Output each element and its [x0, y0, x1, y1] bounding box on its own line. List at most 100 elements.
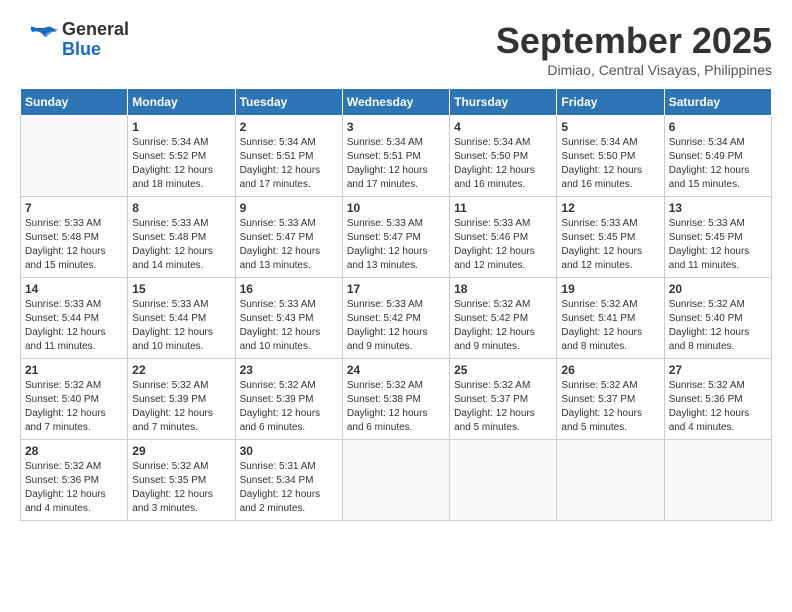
- cell-info: Sunrise: 5:33 AMSunset: 5:48 PMDaylight:…: [25, 217, 123, 273]
- month-title: September 2025: [496, 20, 772, 62]
- calendar-cell: 29 Sunrise: 5:32 AMSunset: 5:35 PMDayligh…: [128, 440, 235, 521]
- day-number: 3: [347, 120, 445, 134]
- calendar-cell: 2 Sunrise: 5:34 AMSunset: 5:51 PMDaylight…: [235, 116, 342, 197]
- cell-info: Sunrise: 5:32 AMSunset: 5:36 PMDaylight:…: [669, 379, 767, 435]
- day-number: 18: [454, 282, 552, 296]
- day-number: 5: [561, 120, 659, 134]
- cell-info: Sunrise: 5:33 AMSunset: 5:45 PMDaylight:…: [669, 217, 767, 273]
- calendar-cell: 20Sunrise: 5:32 AMSunset: 5:40 PMDayligh…: [664, 278, 771, 359]
- calendar-cell: 16 Sunrise: 5:33 AMSunset: 5:43 PMDayligh…: [235, 278, 342, 359]
- calendar-cell: 27 Sunrise: 5:32 AMSunset: 5:36 PMDayligh…: [664, 359, 771, 440]
- calendar-cell: 15Sunrise: 5:33 AMSunset: 5:44 PMDayligh…: [128, 278, 235, 359]
- calendar-cell: 22 Sunrise: 5:32 AMSunset: 5:39 PMDayligh…: [128, 359, 235, 440]
- calendar-header-row: SundayMondayTuesdayWednesdayThursdayFrid…: [21, 89, 772, 116]
- logo: General Blue: [20, 20, 129, 60]
- day-number: 20: [669, 282, 767, 296]
- day-number: 4: [454, 120, 552, 134]
- day-number: 17: [347, 282, 445, 296]
- calendar-cell: 4 Sunrise: 5:34 AMSunset: 5:50 PMDaylight…: [450, 116, 557, 197]
- calendar-cell: 10 Sunrise: 5:33 AMSunset: 5:47 PMDayligh…: [342, 197, 449, 278]
- calendar-cell: [557, 440, 664, 521]
- calendar-cell: 23 Sunrise: 5:32 AMSunset: 5:39 PMDayligh…: [235, 359, 342, 440]
- calendar-cell: 9 Sunrise: 5:33 AMSunset: 5:47 PMDaylight…: [235, 197, 342, 278]
- cell-info: Sunrise: 5:32 AMSunset: 5:38 PMDaylight:…: [347, 379, 445, 435]
- cell-info: Sunrise: 5:32 AMSunset: 5:37 PMDaylight:…: [561, 379, 659, 435]
- calendar-cell: [450, 440, 557, 521]
- day-number: 23: [240, 363, 338, 377]
- cell-info: Sunrise: 5:34 AMSunset: 5:50 PMDaylight:…: [454, 136, 552, 192]
- calendar-week-row: 28 Sunrise: 5:32 AMSunset: 5:36 PMDayligh…: [21, 440, 772, 521]
- calendar-cell: 5 Sunrise: 5:34 AMSunset: 5:50 PMDaylight…: [557, 116, 664, 197]
- cell-info: Sunrise: 5:32 AMSunset: 5:35 PMDaylight:…: [132, 460, 230, 516]
- day-number: 11: [454, 201, 552, 215]
- cell-info: Sunrise: 5:34 AMSunset: 5:51 PMDaylight:…: [347, 136, 445, 192]
- calendar-cell: 6Sunrise: 5:34 AMSunset: 5:49 PMDaylight…: [664, 116, 771, 197]
- day-number: 15: [132, 282, 230, 296]
- calendar-cell: 1 Sunrise: 5:34 AMSunset: 5:52 PMDaylight…: [128, 116, 235, 197]
- cell-info: Sunrise: 5:32 AMSunset: 5:40 PMDaylight:…: [25, 379, 123, 435]
- day-header-sunday: Sunday: [21, 89, 128, 116]
- cell-info: Sunrise: 5:34 AMSunset: 5:52 PMDaylight:…: [132, 136, 230, 192]
- day-number: 27: [669, 363, 767, 377]
- calendar-week-row: 7 Sunrise: 5:33 AMSunset: 5:48 PMDaylight…: [21, 197, 772, 278]
- day-number: 8: [132, 201, 230, 215]
- day-header-thursday: Thursday: [450, 89, 557, 116]
- page-header: General Blue September 2025 Dimiao, Cent…: [20, 20, 772, 78]
- calendar-cell: 12Sunrise: 5:33 AMSunset: 5:45 PMDayligh…: [557, 197, 664, 278]
- calendar-cell: 3 Sunrise: 5:34 AMSunset: 5:51 PMDaylight…: [342, 116, 449, 197]
- calendar-cell: 19Sunrise: 5:32 AMSunset: 5:41 PMDayligh…: [557, 278, 664, 359]
- day-number: 1: [132, 120, 230, 134]
- day-number: 14: [25, 282, 123, 296]
- calendar-cell: 25 Sunrise: 5:32 AMSunset: 5:37 PMDayligh…: [450, 359, 557, 440]
- cell-info: Sunrise: 5:34 AMSunset: 5:50 PMDaylight:…: [561, 136, 659, 192]
- cell-info: Sunrise: 5:32 AMSunset: 5:36 PMDaylight:…: [25, 460, 123, 516]
- day-number: 25: [454, 363, 552, 377]
- day-number: 13: [669, 201, 767, 215]
- day-number: 7: [25, 201, 123, 215]
- calendar-cell: 17 Sunrise: 5:33 AMSunset: 5:42 PMDayligh…: [342, 278, 449, 359]
- cell-info: Sunrise: 5:33 AMSunset: 5:47 PMDaylight:…: [347, 217, 445, 273]
- cell-info: Sunrise: 5:33 AMSunset: 5:43 PMDaylight:…: [240, 298, 338, 354]
- cell-info: Sunrise: 5:34 AMSunset: 5:51 PMDaylight:…: [240, 136, 338, 192]
- logo-general: General: [62, 20, 129, 40]
- calendar-week-row: 1 Sunrise: 5:34 AMSunset: 5:52 PMDaylight…: [21, 116, 772, 197]
- location: Dimiao, Central Visayas, Philippines: [496, 62, 772, 78]
- calendar-cell: 21 Sunrise: 5:32 AMSunset: 5:40 PMDayligh…: [21, 359, 128, 440]
- cell-info: Sunrise: 5:32 AMSunset: 5:37 PMDaylight:…: [454, 379, 552, 435]
- logo-blue: Blue: [62, 40, 129, 60]
- cell-info: Sunrise: 5:33 AMSunset: 5:42 PMDaylight:…: [347, 298, 445, 354]
- calendar-cell: 14Sunrise: 5:33 AMSunset: 5:44 PMDayligh…: [21, 278, 128, 359]
- calendar-week-row: 14Sunrise: 5:33 AMSunset: 5:44 PMDayligh…: [21, 278, 772, 359]
- day-number: 22: [132, 363, 230, 377]
- calendar-cell: [664, 440, 771, 521]
- calendar-cell: 24Sunrise: 5:32 AMSunset: 5:38 PMDayligh…: [342, 359, 449, 440]
- day-number: 28: [25, 444, 123, 458]
- cell-info: Sunrise: 5:32 AMSunset: 5:39 PMDaylight:…: [132, 379, 230, 435]
- day-number: 10: [347, 201, 445, 215]
- calendar-cell: 26 Sunrise: 5:32 AMSunset: 5:37 PMDayligh…: [557, 359, 664, 440]
- day-number: 9: [240, 201, 338, 215]
- title-block: September 2025 Dimiao, Central Visayas, …: [496, 20, 772, 78]
- calendar-cell: 28 Sunrise: 5:32 AMSunset: 5:36 PMDayligh…: [21, 440, 128, 521]
- cell-info: Sunrise: 5:33 AMSunset: 5:48 PMDaylight:…: [132, 217, 230, 273]
- calendar-cell: 8 Sunrise: 5:33 AMSunset: 5:48 PMDaylight…: [128, 197, 235, 278]
- cell-info: Sunrise: 5:33 AMSunset: 5:47 PMDaylight:…: [240, 217, 338, 273]
- day-number: 26: [561, 363, 659, 377]
- day-number: 29: [132, 444, 230, 458]
- cell-info: Sunrise: 5:33 AMSunset: 5:45 PMDaylight:…: [561, 217, 659, 273]
- day-header-wednesday: Wednesday: [342, 89, 449, 116]
- cell-info: Sunrise: 5:31 AMSunset: 5:34 PMDaylight:…: [240, 460, 338, 516]
- cell-info: Sunrise: 5:33 AMSunset: 5:46 PMDaylight:…: [454, 217, 552, 273]
- day-number: 21: [25, 363, 123, 377]
- calendar-cell: 7 Sunrise: 5:33 AMSunset: 5:48 PMDaylight…: [21, 197, 128, 278]
- day-number: 2: [240, 120, 338, 134]
- calendar-cell: [342, 440, 449, 521]
- day-header-saturday: Saturday: [664, 89, 771, 116]
- calendar-cell: [21, 116, 128, 197]
- day-number: 30: [240, 444, 338, 458]
- cell-info: Sunrise: 5:32 AMSunset: 5:39 PMDaylight:…: [240, 379, 338, 435]
- calendar-cell: 18Sunrise: 5:32 AMSunset: 5:42 PMDayligh…: [450, 278, 557, 359]
- day-number: 19: [561, 282, 659, 296]
- cell-info: Sunrise: 5:34 AMSunset: 5:49 PMDaylight:…: [669, 136, 767, 192]
- day-number: 16: [240, 282, 338, 296]
